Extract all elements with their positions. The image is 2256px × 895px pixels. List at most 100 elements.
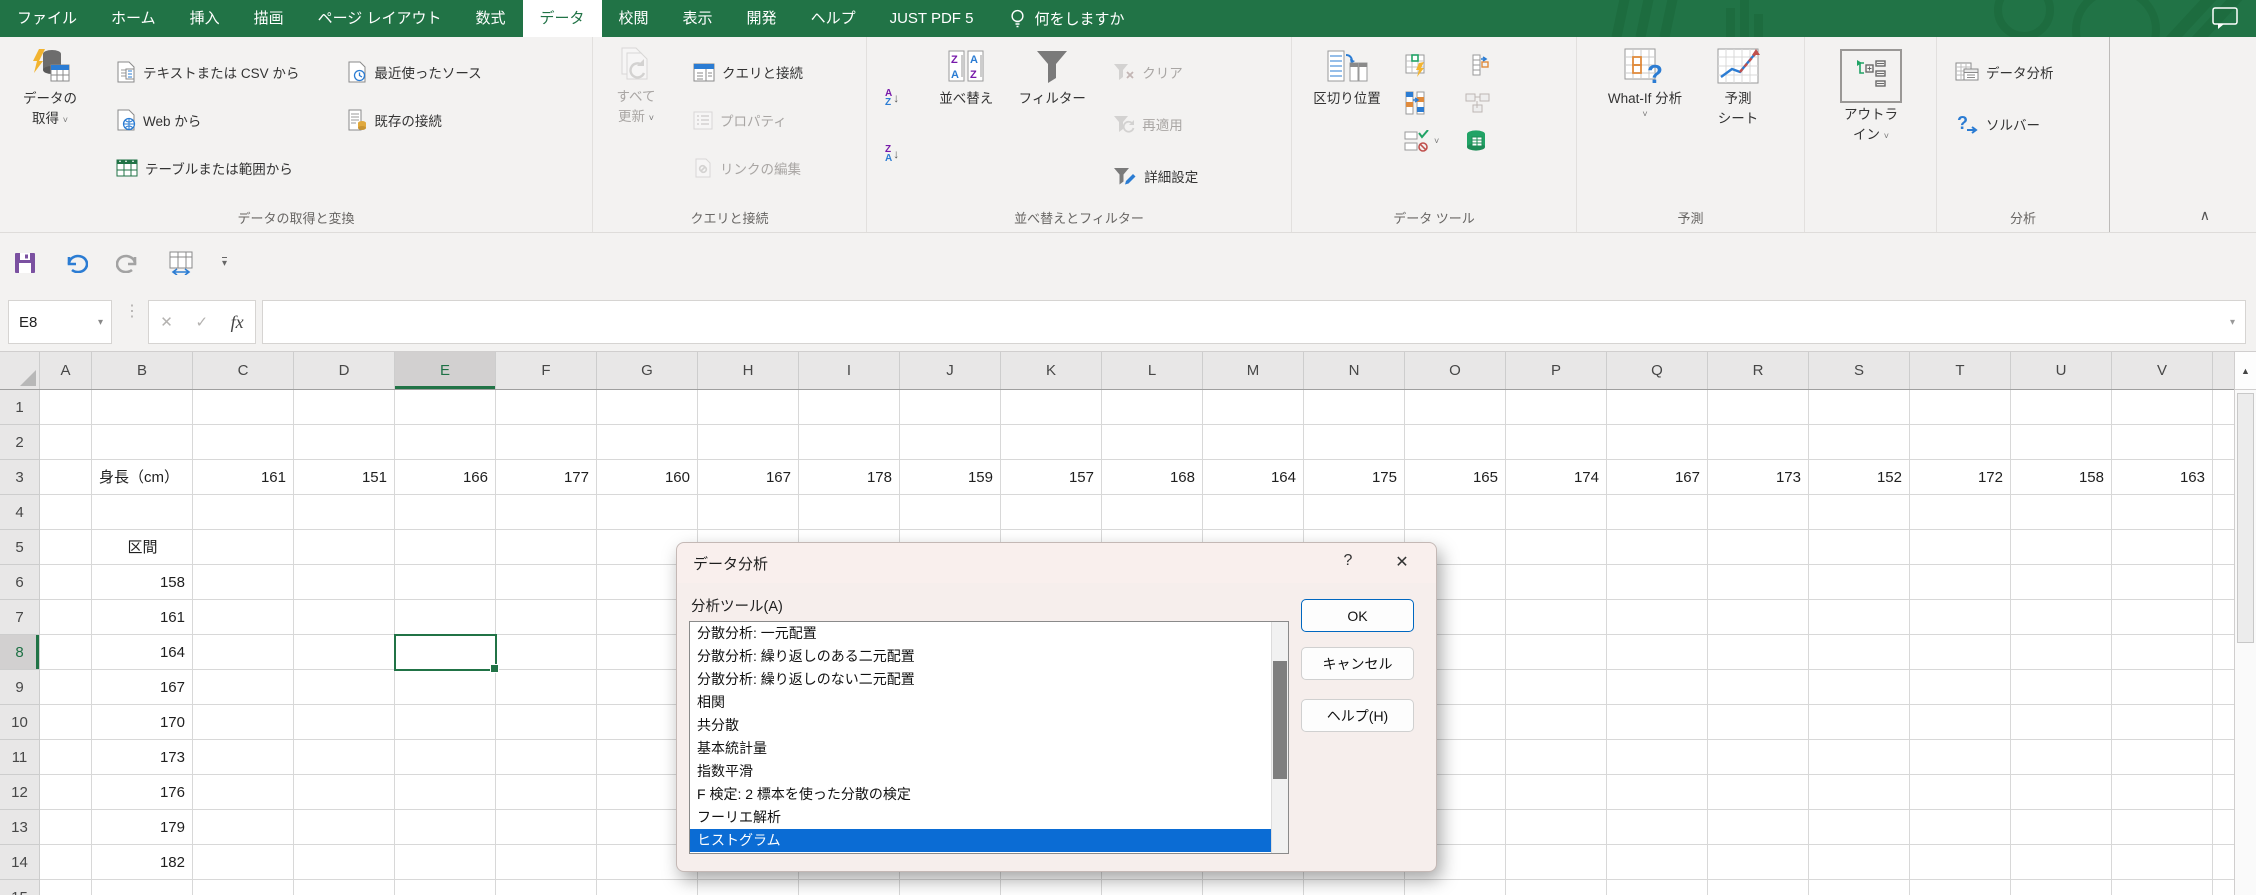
grid-cell[interactable] xyxy=(1809,775,1910,810)
grid-cell[interactable] xyxy=(193,530,294,565)
grid-cell[interactable] xyxy=(1304,880,1405,895)
grid-cell[interactable] xyxy=(1708,635,1809,670)
grid-cell[interactable] xyxy=(1910,705,2011,740)
grid-cell[interactable] xyxy=(1506,460,1607,495)
grid-cell[interactable] xyxy=(2112,740,2213,775)
grid-cell[interactable] xyxy=(496,705,597,740)
grid-cell[interactable] xyxy=(1203,390,1304,425)
comment-icon[interactable] xyxy=(2212,7,2238,30)
recent-sources-button[interactable]: 最近使ったソース xyxy=(343,57,485,87)
grid-cell[interactable] xyxy=(1001,880,1102,895)
analysis-tool-item[interactable]: 指数平滑 xyxy=(690,760,1273,783)
grid-cell[interactable] xyxy=(1910,530,2011,565)
grid-cell[interactable] xyxy=(1102,460,1203,495)
grid-cell[interactable] xyxy=(1910,845,2011,880)
grid-cell[interactable] xyxy=(1910,495,2011,530)
grid-cell[interactable] xyxy=(92,775,193,810)
grid-cell[interactable] xyxy=(40,600,92,635)
grid-cell[interactable] xyxy=(1809,880,1910,895)
column-header[interactable]: V xyxy=(2112,352,2213,389)
redo-icon[interactable] xyxy=(116,253,140,273)
grid-cell[interactable] xyxy=(1405,880,1506,895)
grid-cell[interactable] xyxy=(40,530,92,565)
column-header[interactable]: S xyxy=(1809,352,1910,389)
grid-cell[interactable] xyxy=(40,495,92,530)
queries-connections-button[interactable]: クエリと接続 xyxy=(689,57,807,87)
sort-descending-button[interactable]: Z A ↓ xyxy=(881,139,903,169)
grid-cell[interactable] xyxy=(496,740,597,775)
grid-cell[interactable] xyxy=(395,740,496,775)
grid-cell[interactable] xyxy=(395,460,496,495)
grid-cell[interactable] xyxy=(1708,425,1809,460)
grid-cell[interactable] xyxy=(40,670,92,705)
grid-cell[interactable] xyxy=(193,600,294,635)
grid-cell[interactable] xyxy=(1506,705,1607,740)
grid-cell[interactable] xyxy=(294,390,395,425)
row-header[interactable]: 7 xyxy=(0,600,40,635)
grid-cell[interactable] xyxy=(1607,495,1708,530)
row-header[interactable]: 13 xyxy=(0,810,40,845)
column-header[interactable]: R xyxy=(1708,352,1809,389)
grid-cell[interactable] xyxy=(92,495,193,530)
grid-cell[interactable] xyxy=(1910,775,2011,810)
grid-cell[interactable] xyxy=(2112,670,2213,705)
row-header[interactable]: 11 xyxy=(0,740,40,775)
clear-filter-button[interactable]: クリア xyxy=(1109,57,1202,87)
grid-cell[interactable] xyxy=(900,425,1001,460)
grid-cell[interactable] xyxy=(1607,600,1708,635)
row-header[interactable]: 5 xyxy=(0,530,40,565)
scrollbar-thumb[interactable] xyxy=(2237,393,2254,643)
grid-cell[interactable] xyxy=(395,530,496,565)
grid-cell[interactable] xyxy=(799,460,900,495)
grid-cell[interactable] xyxy=(2112,775,2213,810)
analysis-tool-item[interactable]: 相関 xyxy=(690,691,1273,714)
grid-cell[interactable] xyxy=(1708,390,1809,425)
grid-cell[interactable] xyxy=(193,425,294,460)
from-text-csv-button[interactable]: テキストまたは CSV から xyxy=(112,57,303,87)
analysis-tool-item[interactable]: 分散分析: 繰り返しのない二元配置 xyxy=(690,668,1273,691)
grid-cell[interactable] xyxy=(1506,810,1607,845)
edit-links-button[interactable]: リンクの編集 xyxy=(689,153,807,183)
grid-cell[interactable] xyxy=(698,880,799,895)
select-all-corner[interactable] xyxy=(0,352,40,389)
grid-cell[interactable] xyxy=(1809,565,1910,600)
grid-cell[interactable] xyxy=(40,390,92,425)
grid-cell[interactable] xyxy=(395,495,496,530)
grid-cell[interactable] xyxy=(294,845,395,880)
grid-cell[interactable] xyxy=(496,810,597,845)
grid-cell[interactable] xyxy=(92,705,193,740)
grid-cell[interactable] xyxy=(1304,495,1405,530)
grid-cell[interactable] xyxy=(1506,880,1607,895)
grid-cell[interactable] xyxy=(698,425,799,460)
grid-cell[interactable] xyxy=(1708,600,1809,635)
grid-cell[interactable] xyxy=(92,880,193,895)
grid-cell[interactable] xyxy=(799,495,900,530)
analysis-tool-item[interactable]: 共分散 xyxy=(690,714,1273,737)
forecast-sheet-button[interactable]: 予測 シート xyxy=(1703,37,1773,127)
grid-cell[interactable] xyxy=(496,460,597,495)
grid-cell[interactable] xyxy=(1506,740,1607,775)
what-if-analysis-button[interactable]: ? What-If 分析 ˅ xyxy=(1593,37,1697,119)
grid-cell[interactable] xyxy=(900,880,1001,895)
confirm-entry-icon[interactable]: ✓ xyxy=(195,313,208,331)
row-header[interactable]: 6 xyxy=(0,565,40,600)
grid-cell[interactable] xyxy=(496,600,597,635)
grid-cell[interactable] xyxy=(2011,565,2112,600)
grid-cell[interactable] xyxy=(294,740,395,775)
grid-cell[interactable] xyxy=(193,670,294,705)
grid-cell[interactable] xyxy=(2011,845,2112,880)
cancel-button[interactable]: キャンセル xyxy=(1301,647,1414,680)
column-header[interactable]: G xyxy=(597,352,698,389)
grid-cell[interactable] xyxy=(698,460,799,495)
grid-cell[interactable] xyxy=(1506,390,1607,425)
insert-function-icon[interactable]: fx xyxy=(231,312,244,333)
grid-cell[interactable] xyxy=(92,635,193,670)
grid-cell[interactable] xyxy=(2112,425,2213,460)
column-header[interactable]: L xyxy=(1102,352,1203,389)
column-header[interactable]: I xyxy=(799,352,900,389)
column-header[interactable]: J xyxy=(900,352,1001,389)
grid-cell[interactable] xyxy=(395,810,496,845)
grid-cell[interactable] xyxy=(1809,740,1910,775)
grid-cell[interactable] xyxy=(193,390,294,425)
column-header[interactable]: F xyxy=(496,352,597,389)
